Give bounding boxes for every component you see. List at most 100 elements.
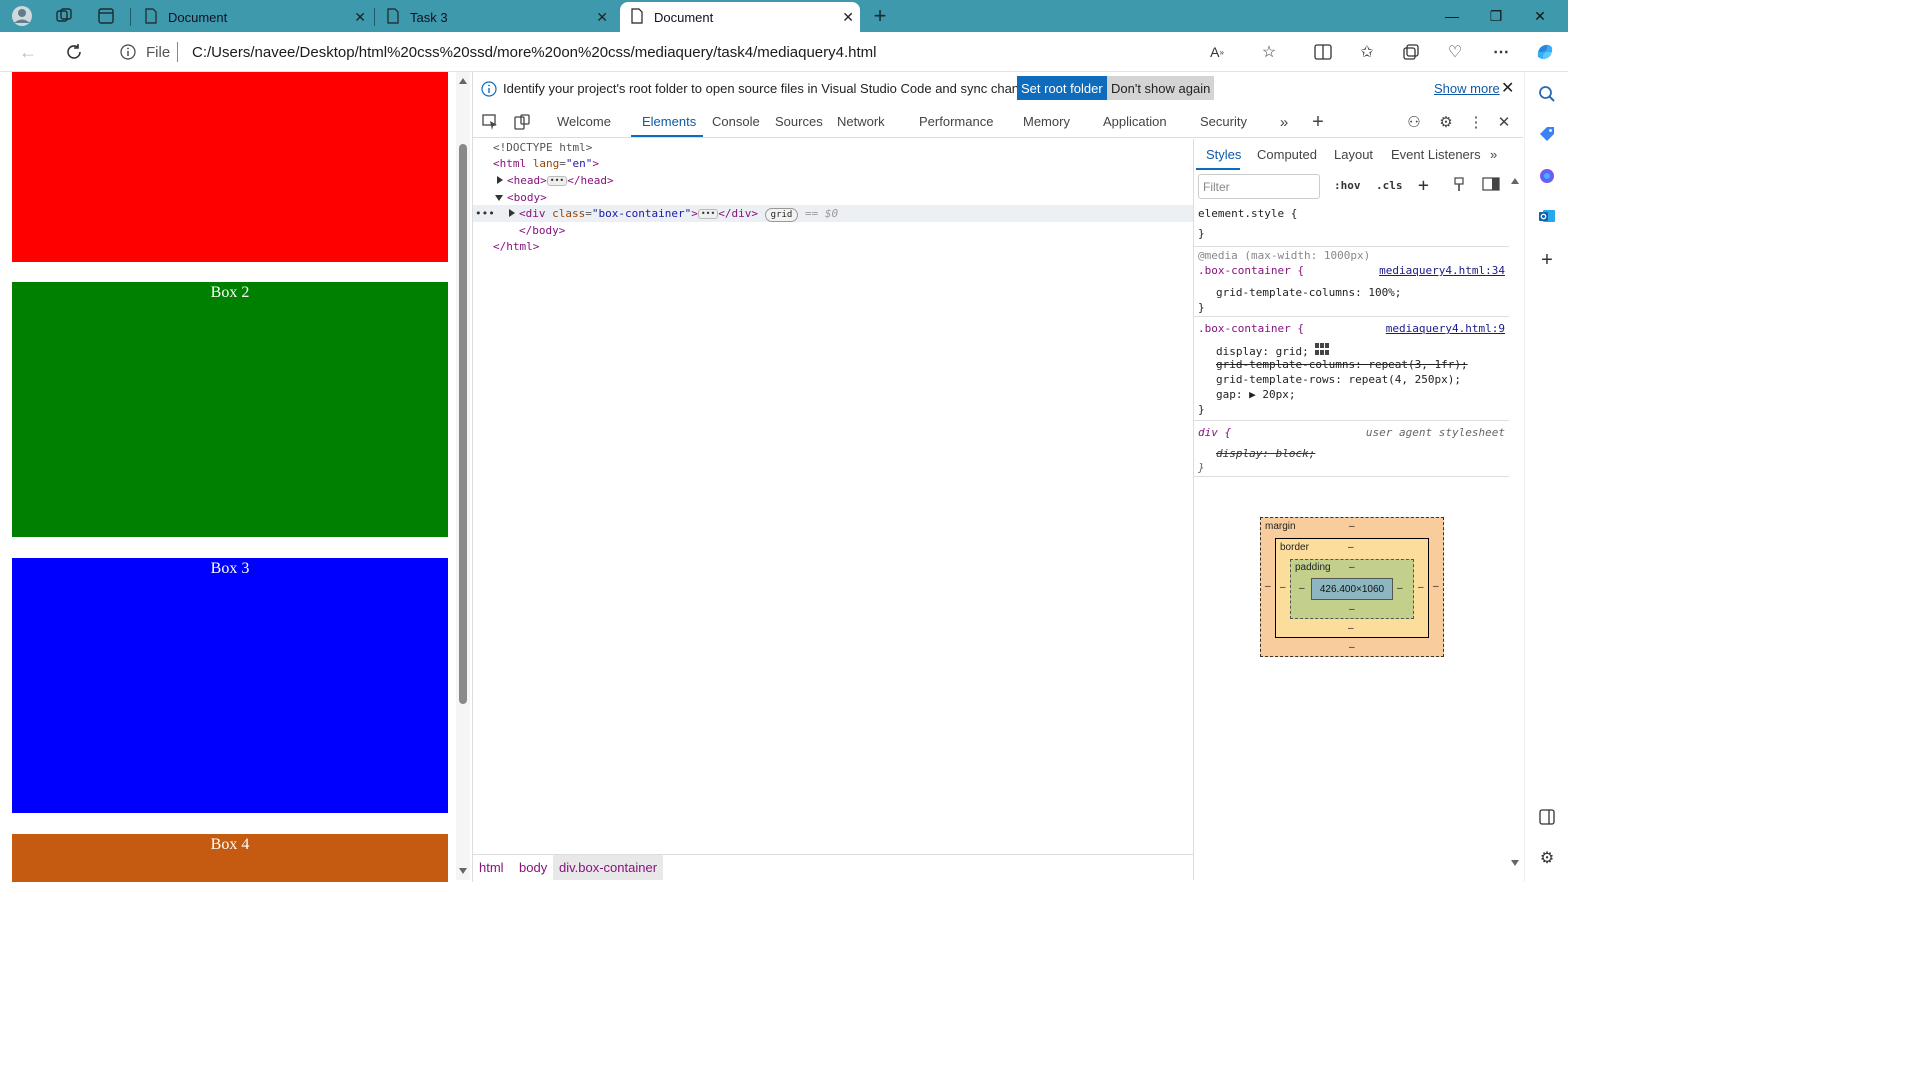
scroll-up-icon[interactable] [1511, 178, 1519, 184]
tab-task-3[interactable]: Task 3 ✕ [378, 2, 614, 32]
tab-document-1[interactable]: Document ✕ [136, 2, 372, 32]
tab-welcome[interactable]: Welcome [557, 114, 611, 129]
tab-elements[interactable]: Elements [642, 114, 696, 129]
dom-doctype[interactable]: <!DOCTYPE html> [493, 141, 592, 157]
expand-triangle-icon[interactable] [509, 209, 515, 217]
border-top-value[interactable]: – [1348, 542, 1354, 553]
dom-row-more-icon[interactable]: ••• [475, 207, 495, 223]
hide-sidebar-icon[interactable] [1535, 805, 1559, 829]
hover-state-toggle[interactable]: :hov [1334, 179, 1361, 192]
padding-top-value[interactable]: – [1349, 562, 1355, 573]
tab-security[interactable]: Security [1200, 114, 1247, 129]
collections-icon[interactable] [1398, 40, 1424, 64]
rule-selector[interactable]: .box-container { [1198, 264, 1304, 277]
rule-source-link[interactable]: mediaquery4.html:9 [1386, 322, 1505, 335]
box-model-border[interactable]: border – – – – padding – – – – 426.400×1… [1275, 538, 1429, 638]
customize-menu-icon[interactable]: ⋮ [1465, 112, 1487, 132]
workspaces-icon[interactable] [52, 4, 76, 28]
margin-left-value[interactable]: – [1265, 581, 1271, 592]
close-tab-icon[interactable]: ✕ [596, 9, 608, 26]
close-devtools-icon[interactable]: ✕ [1493, 112, 1515, 132]
url-text[interactable]: C:/Users/navee/Desktop/html%20css%20ssd/… [192, 44, 877, 61]
new-tab-icon[interactable]: + [868, 3, 892, 28]
favorite-star-icon[interactable]: ☆ [1256, 40, 1282, 64]
border-left-value[interactable]: – [1280, 582, 1286, 593]
scroll-down-icon[interactable] [1511, 860, 1519, 866]
info-icon[interactable] [120, 44, 136, 63]
margin-right-value[interactable]: – [1433, 581, 1439, 592]
show-more-link[interactable]: Show more [1434, 81, 1500, 96]
styles-scrollbar[interactable] [1508, 172, 1522, 872]
minimize-icon[interactable]: — [1432, 4, 1472, 28]
expand-triangle-icon[interactable] [497, 176, 503, 184]
settings-gear-icon[interactable]: ⚙ [1435, 112, 1457, 132]
box-model-padding[interactable]: padding – – – – 426.400×1060 [1290, 559, 1414, 619]
margin-top-value[interactable]: – [1349, 521, 1355, 532]
padding-left-value[interactable]: – [1299, 583, 1305, 594]
sidebar-settings-gear-icon[interactable]: ⚙ [1535, 846, 1559, 870]
dom-body-node[interactable]: <body> [495, 191, 547, 207]
read-aloud-icon[interactable]: A» [1204, 40, 1230, 64]
more-tabs-chevron-icon[interactable]: » [1273, 112, 1295, 132]
split-screen-icon[interactable] [1310, 40, 1336, 64]
toggle-sidebar-icon[interactable] [1482, 177, 1500, 194]
styles-filter-input[interactable]: Filter [1198, 174, 1320, 199]
tab-console[interactable]: Console [712, 114, 760, 129]
dom-head-node[interactable]: <head> ••• </head> [497, 174, 614, 190]
tab-layout[interactable]: Layout [1334, 147, 1373, 162]
more-menu-icon[interactable]: ⋯ [1488, 40, 1514, 64]
padding-bottom-value[interactable]: – [1349, 604, 1355, 615]
scroll-up-icon[interactable] [459, 78, 467, 84]
copilot-app-icon[interactable] [1535, 164, 1559, 188]
search-icon[interactable] [1535, 82, 1559, 106]
dom-body-close[interactable]: </body> [519, 224, 565, 240]
dont-show-again-button[interactable]: Don't show again [1107, 76, 1215, 100]
rule-source-link[interactable]: mediaquery4.html:34 [1379, 264, 1505, 277]
add-app-icon[interactable]: + [1535, 248, 1559, 272]
new-rule-icon[interactable]: + [1418, 175, 1429, 196]
padding-right-value[interactable]: – [1397, 583, 1403, 594]
scroll-down-icon[interactable] [459, 868, 467, 874]
breadcrumb-body[interactable]: body [519, 860, 547, 875]
ellipsis-icon[interactable]: ••• [546, 176, 568, 186]
rule-declaration[interactable]: grid-template-columns: 100%; [1216, 286, 1401, 299]
refresh-icon[interactable] [60, 40, 88, 64]
device-sync-icon[interactable]: ⚇ [1403, 112, 1425, 132]
tab-application[interactable]: Application [1103, 114, 1167, 129]
border-bottom-value[interactable]: – [1348, 623, 1354, 634]
tab-sources[interactable]: Sources [775, 114, 823, 129]
add-tool-icon[interactable]: + [1307, 111, 1329, 133]
grid-badge[interactable]: grid [764, 208, 799, 222]
box-model-margin[interactable]: margin – – – – border – – – – padding – … [1260, 517, 1444, 657]
dom-div-node[interactable]: <div class="box-container"> ••• </div> gri… [509, 207, 838, 223]
copilot-icon[interactable] [1532, 40, 1558, 64]
scrollbar-thumb[interactable] [459, 144, 467, 704]
tab-event-listeners[interactable]: Event Listeners [1391, 147, 1481, 162]
close-infobar-icon[interactable]: ✕ [1501, 78, 1514, 98]
close-tab-icon[interactable]: ✕ [842, 9, 854, 26]
browser-essentials-icon[interactable]: ♡ [1442, 40, 1468, 64]
inspect-element-icon[interactable] [479, 112, 501, 132]
device-emulation-icon[interactable] [511, 112, 533, 132]
tab-actions-icon[interactable] [94, 4, 118, 28]
tab-document-active[interactable]: Document ✕ [620, 2, 860, 32]
ellipsis-icon[interactable]: ••• [697, 209, 719, 219]
rule-declaration-overridden[interactable]: grid-template-columns: repeat(3, 1fr); [1216, 358, 1468, 371]
dom-html-node[interactable]: <html lang="en"> [493, 157, 599, 173]
address-bar[interactable]: File C:/Users/navee/Desktop/html%20css%2… [104, 36, 1294, 68]
outlook-icon[interactable] [1535, 204, 1559, 228]
paint-brush-icon[interactable] [1452, 177, 1466, 196]
close-tab-icon[interactable]: ✕ [354, 9, 366, 26]
box-model-content[interactable]: 426.400×1060 [1311, 578, 1393, 600]
restore-icon[interactable]: ❐ [1476, 4, 1516, 28]
rule-selector[interactable]: element.style { [1198, 207, 1297, 220]
tab-computed[interactable]: Computed [1257, 147, 1317, 162]
close-window-icon[interactable]: ✕ [1520, 4, 1560, 28]
favorites-icon[interactable]: ✩ [1354, 40, 1380, 64]
grid-editor-icon[interactable] [1315, 343, 1330, 358]
collapse-triangle-icon[interactable] [495, 195, 503, 201]
tab-network[interactable]: Network [837, 114, 885, 129]
breadcrumb-div[interactable]: div.box-container [553, 855, 664, 880]
tab-styles[interactable]: Styles [1206, 147, 1241, 162]
profile-avatar-icon[interactable] [10, 4, 34, 28]
